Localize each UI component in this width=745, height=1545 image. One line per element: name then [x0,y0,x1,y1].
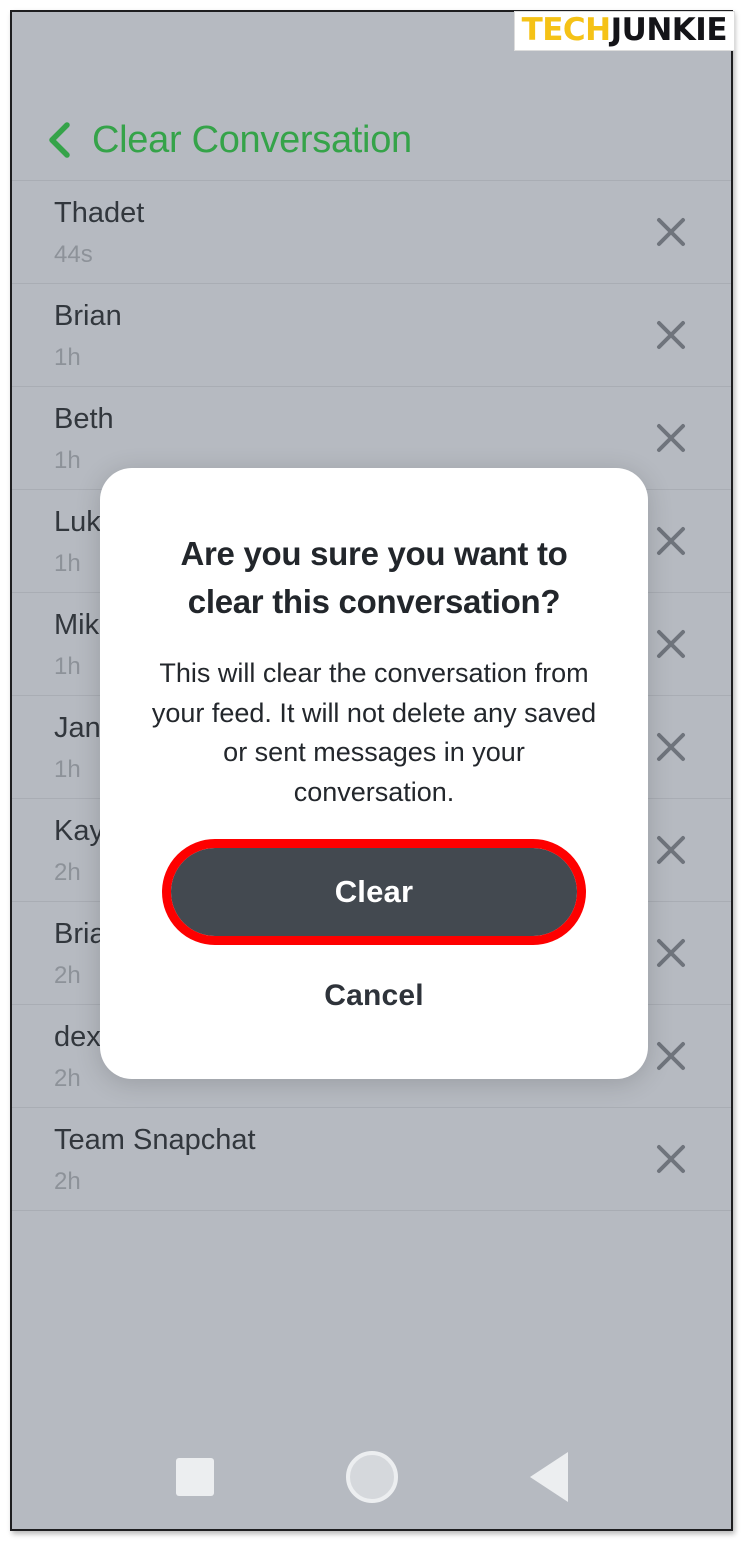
app-header: Clear Conversation [12,90,731,190]
close-icon[interactable] [653,1038,689,1074]
conversation-name: Team Snapchat [54,1124,256,1156]
conversation-name: Jan [54,712,101,744]
clear-button[interactable]: Clear [171,847,577,936]
close-icon[interactable] [653,626,689,662]
clear-conversation-dialog: Are you sure you want to clear this conv… [100,468,648,1079]
conversation-timestamp: 2h [54,962,81,989]
techjunkie-watermark: TECHJUNKIE [513,11,735,51]
conversation-timestamp: 2h [54,1168,81,1195]
conversation-timestamp: 1h [54,756,81,783]
cancel-button[interactable]: Cancel [318,978,430,1014]
conversation-name: Beth [54,403,114,435]
chevron-left-icon[interactable] [45,121,75,159]
close-icon[interactable] [653,832,689,868]
conversation-name: Thadet [54,197,145,229]
close-icon[interactable] [653,935,689,971]
clear-button-wrapper: Clear [162,838,586,945]
dialog-title: Are you sure you want to clear this conv… [180,535,568,621]
dialog-body-text: This will clear the conversation from yo… [151,658,597,807]
circle-home-icon[interactable] [345,1451,398,1503]
close-icon[interactable] [653,729,689,765]
conversation-name: Luk [54,506,101,538]
conversation-row[interactable]: Brian 1h [12,284,731,387]
square-recents-icon[interactable] [175,1458,214,1496]
conversation-timestamp: 1h [54,447,81,474]
page-title: Clear Conversation [92,118,412,161]
close-icon[interactable] [653,214,689,250]
close-icon[interactable] [653,420,689,456]
conversation-timestamp: 2h [54,859,81,886]
watermark-tech: TECH [521,12,612,48]
conversation-timestamp: 1h [54,653,81,680]
conversation-timestamp: 1h [54,550,81,577]
triangle-back-icon[interactable] [529,1452,568,1502]
conversation-timestamp: 1h [54,344,81,371]
conversation-timestamp: 2h [54,1065,81,1092]
conversation-name: dex [54,1021,101,1053]
conversation-row[interactable]: Thadet 44s [12,181,731,284]
conversation-name: Brian [54,300,122,332]
android-nav-bar [12,1425,731,1529]
conversation-name: Mik [54,609,100,641]
device-frame: Thadet 44s Brian 1h Beth 1h Luk 1h Mik 1h Jan 1h Kay… [10,10,733,1531]
conversation-name: Kay [54,815,104,847]
close-icon[interactable] [653,317,689,353]
screenshot-root: Thadet 44s Brian 1h Beth 1h Luk 1h Mik 1h Jan 1h Kay… [0,0,745,1545]
watermark-junkie: JUNKIE [610,12,728,48]
close-icon[interactable] [653,1141,689,1177]
conversation-name: Bria [54,918,106,950]
conversation-timestamp: 44s [54,241,93,268]
close-icon[interactable] [653,523,689,559]
conversation-row[interactable]: Team Snapchat 2h [12,1108,731,1211]
